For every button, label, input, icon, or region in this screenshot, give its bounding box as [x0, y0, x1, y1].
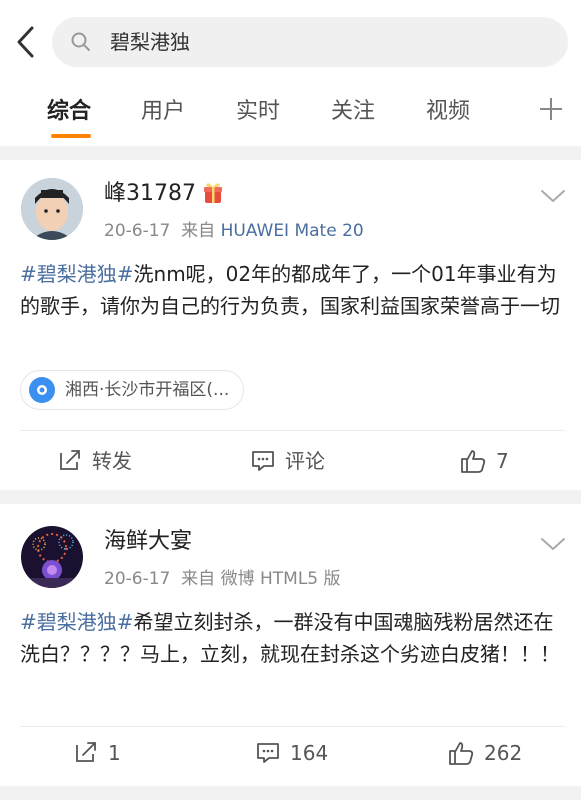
tab-comprehensive[interactable]: 综合: [47, 98, 91, 126]
post-text: #碧梨港独#希望立刻封杀，一群没有中国魂脑残粉居然还在洗白？？？？马上，立刻，就…: [20, 606, 565, 670]
comment-button[interactable]: 评论: [251, 448, 341, 474]
repost-button[interactable]: 1: [74, 740, 144, 766]
tab-video[interactable]: 视频: [426, 98, 470, 126]
avatar[interactable]: [21, 526, 83, 588]
post-source-prefix: 来自: [181, 221, 216, 241]
section-gap: [0, 146, 581, 160]
active-tab-indicator: [51, 134, 91, 138]
comment-icon: [257, 743, 279, 763]
tab-following[interactable]: 关注: [331, 98, 375, 126]
share-icon: [76, 742, 96, 762]
post-topic-link[interactable]: #碧梨港独#: [20, 610, 134, 634]
tab-realtime[interactable]: 实时: [236, 98, 280, 126]
post-source-prefix: 来自: [181, 569, 216, 589]
like-count: 7: [496, 449, 509, 473]
section-gap: [0, 490, 581, 504]
divider: [20, 726, 565, 727]
like-button[interactable]: 262: [448, 740, 538, 766]
feed-post: 峰31787 20-6-17 来自 HUAWEI Mate 20 #碧梨港独#洗…: [0, 160, 581, 490]
avatar-image: [21, 178, 83, 240]
post-date: 20-6-17: [104, 221, 171, 241]
avatar-image: [21, 526, 83, 588]
post-username[interactable]: 峰31787: [104, 180, 196, 208]
repost-button[interactable]: 转发: [58, 448, 148, 474]
section-gap: [0, 786, 581, 800]
avatar[interactable]: [21, 178, 83, 240]
post-device[interactable]: 微博 HTML5 版: [221, 569, 341, 589]
comment-icon: [252, 451, 274, 471]
thumbs-up-icon: [461, 450, 486, 473]
like-button[interactable]: 7: [460, 448, 530, 474]
plus-icon[interactable]: [538, 96, 564, 122]
post-username[interactable]: 海鲜大宴: [104, 528, 192, 556]
tab-users[interactable]: 用户: [141, 98, 185, 126]
chevron-down-icon[interactable]: [540, 536, 566, 552]
location-chip[interactable]: 湘西·长沙市开福区(...: [20, 370, 245, 410]
chevron-down-icon[interactable]: [540, 188, 566, 204]
post-meta: 20-6-17 来自 HUAWEI Mate 20: [104, 220, 364, 242]
comment-count: 164: [290, 741, 329, 765]
divider: [20, 430, 565, 431]
search-icon: [71, 32, 90, 51]
repost-count: 1: [108, 741, 121, 765]
post-date: 20-6-17: [104, 569, 171, 589]
post-device[interactable]: HUAWEI Mate 20: [221, 221, 364, 241]
chevron-left-icon: [17, 26, 34, 58]
badge-icon: [204, 183, 222, 203]
location-pin-icon: [29, 377, 55, 403]
back-button[interactable]: [12, 24, 42, 60]
thumbs-up-icon: [449, 742, 474, 765]
like-count: 262: [484, 741, 523, 765]
feed-post: 海鲜大宴 20-6-17 来自 微博 HTML5 版 #碧梨港独#希望立刻封杀，…: [0, 504, 581, 786]
search-query: 碧梨港独: [110, 30, 190, 54]
comment-label: 评论: [285, 449, 325, 473]
post-meta: 20-6-17 来自 微博 HTML5 版: [104, 568, 341, 590]
comment-button[interactable]: 164: [256, 740, 346, 766]
repost-label: 转发: [92, 449, 132, 473]
post-topic-link[interactable]: #碧梨港独#: [20, 262, 134, 286]
search-input[interactable]: 碧梨港独: [52, 17, 568, 67]
search-header: 碧梨港独: [0, 0, 581, 80]
post-text: #碧梨港独#洗nm呢，02年的都成年了，一个01年事业有为的歌手，请你为自己的行…: [20, 258, 565, 322]
location-label: 湘西·长沙市开福区(...: [65, 380, 230, 400]
share-icon: [60, 450, 80, 470]
